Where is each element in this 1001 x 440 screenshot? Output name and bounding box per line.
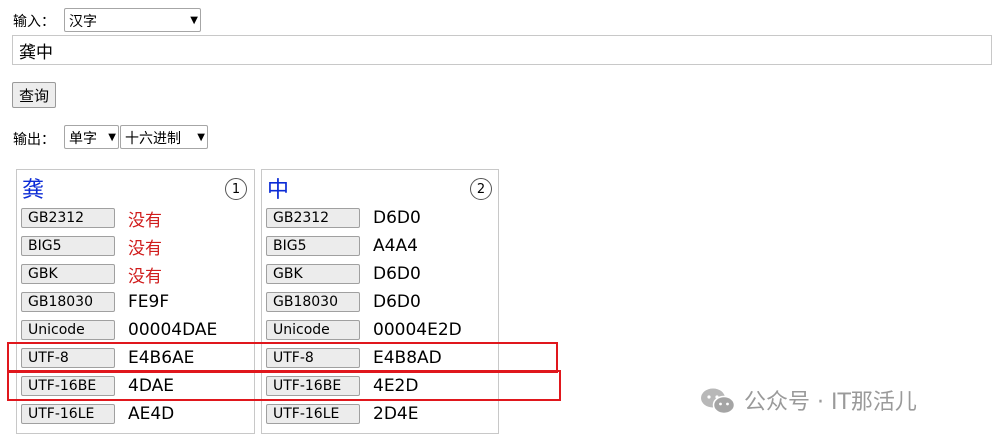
result-index-badge: 2: [470, 178, 492, 200]
result-char: 龚: [22, 178, 45, 203]
encoding-label-button[interactable]: GBK: [266, 264, 360, 284]
encoding-value: D6D0: [373, 264, 421, 284]
result-index-badge: 1: [225, 178, 247, 200]
encoding-row: GB2312 没有: [21, 204, 162, 232]
encoding-label-button[interactable]: Unicode: [266, 320, 360, 340]
encoding-row: UTF-16LE 2D4E: [266, 400, 418, 428]
wechat-icon: [700, 387, 736, 415]
encoding-row: GB2312 D6D0: [266, 204, 421, 232]
encoding-label-button[interactable]: UTF-16LE: [21, 404, 115, 424]
encoding-value: FE9F: [128, 292, 170, 312]
encoding-value: 00004E2D: [373, 320, 462, 340]
query-button[interactable]: 查询: [12, 82, 57, 108]
encoding-row: GB18030 D6D0: [266, 288, 421, 316]
output-mode-value: 单字: [69, 130, 97, 147]
encoding-value: 没有: [128, 266, 162, 287]
encoding-label-button[interactable]: BIG5: [266, 236, 360, 256]
encoding-label-button[interactable]: GB2312: [266, 208, 360, 228]
encoding-label-button[interactable]: GBK: [21, 264, 115, 284]
highlight-utf8-box: [7, 342, 558, 373]
encoding-value: 00004DAE: [128, 320, 218, 340]
encoding-label-button[interactable]: BIG5: [21, 236, 115, 256]
encoding-row: GBK 没有: [21, 260, 162, 288]
encoding-label-button[interactable]: GB18030: [266, 292, 360, 312]
encoding-label-button[interactable]: GB2312: [21, 208, 115, 228]
watermark-text: 公众号 · IT那活儿: [744, 390, 917, 415]
encoding-row: Unicode 00004E2D: [266, 316, 462, 344]
encoding-label-button[interactable]: Unicode: [21, 320, 115, 340]
input-type-value: 汉字: [69, 13, 97, 30]
encoding-value: D6D0: [373, 208, 421, 228]
encoding-value: AE4D: [128, 404, 175, 424]
output-label: 输出：: [13, 132, 55, 148]
encoding-value: 没有: [128, 210, 162, 231]
encoding-label-button[interactable]: UTF-16LE: [266, 404, 360, 424]
encoding-value: 2D4E: [373, 404, 419, 424]
encoding-row: GB18030 FE9F: [21, 288, 169, 316]
chevron-down-icon: ▼: [108, 132, 116, 143]
encoding-row: Unicode 00004DAE: [21, 316, 217, 344]
result-char: 中: [267, 178, 290, 203]
text-input[interactable]: 龚中: [12, 35, 992, 65]
encoding-value: 没有: [128, 238, 162, 259]
encoding-label-button[interactable]: GB18030: [21, 292, 115, 312]
encoding-row: UTF-16LE AE4D: [21, 400, 174, 428]
encoding-value: D6D0: [373, 292, 421, 312]
output-base-select[interactable]: 十六进制 ▼: [120, 125, 208, 149]
chevron-down-icon: ▼: [190, 15, 198, 26]
output-base-value: 十六进制: [125, 130, 181, 147]
encoding-value: A4A4: [373, 236, 418, 256]
text-input-value: 龚中: [19, 42, 53, 63]
output-mode-select[interactable]: 单字 ▼: [64, 125, 119, 149]
chevron-down-icon: ▼: [197, 132, 205, 143]
encoding-row: BIG5 A4A4: [266, 232, 418, 260]
input-type-select[interactable]: 汉字 ▼: [64, 8, 201, 32]
encoding-row: GBK D6D0: [266, 260, 421, 288]
watermark: 公众号 · IT那活儿: [700, 384, 917, 416]
input-label: 输入：: [13, 14, 55, 30]
encoding-row: BIG5 没有: [21, 232, 162, 260]
highlight-utf16be-box: [7, 370, 561, 401]
